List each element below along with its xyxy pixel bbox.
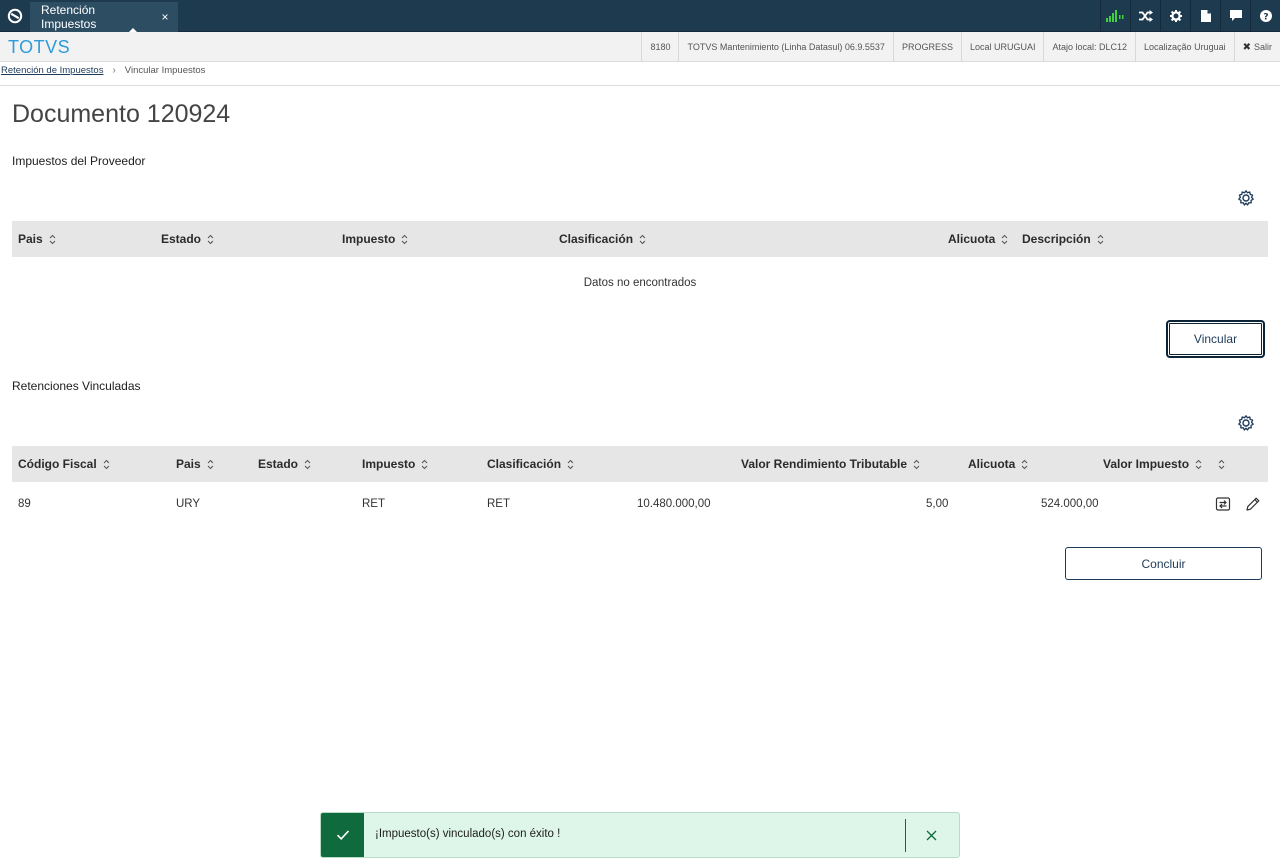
breadcrumb-link-retencion[interactable]: Retención de Impuestos xyxy=(1,65,103,76)
sort-icon xyxy=(207,234,214,244)
column-label: Pais xyxy=(18,232,43,246)
top-bar: Retención Impuestos × ? xyxy=(0,0,1280,33)
column-header-pais[interactable]: Pais xyxy=(176,446,214,482)
info-item-product: TOTVS Mantenimiento (Linha Datasul) 06.9… xyxy=(678,32,892,62)
exit-icon: ✖ xyxy=(1242,41,1251,53)
column-header-estado[interactable]: Estado xyxy=(258,446,311,482)
column-label: Clasificación xyxy=(559,232,634,246)
table-header-proveedor: Pais Estado Impuesto Clasificación Alicu… xyxy=(12,221,1268,257)
sort-icon xyxy=(1218,459,1225,469)
cell-impuesto: RET xyxy=(362,498,385,510)
cell-codigo-fiscal: 89 xyxy=(18,498,31,510)
info-bar: TOTVS 8180 TOTVS Mantenimiento (Linha Da… xyxy=(0,32,1280,62)
brand-logo: TOTVS xyxy=(8,37,71,57)
column-label: Descripción xyxy=(1022,232,1091,246)
document-icon[interactable] xyxy=(1190,0,1220,32)
sort-icon xyxy=(421,459,428,469)
column-label: Impuesto xyxy=(362,457,416,471)
sort-icon xyxy=(567,459,574,469)
column-label: Estado xyxy=(258,457,299,471)
sort-icon xyxy=(49,234,56,244)
totvs-logo-icon[interactable] xyxy=(0,0,30,32)
column-label: Valor Rendimiento Tributable xyxy=(741,457,908,471)
sort-icon xyxy=(103,459,110,469)
swap-icon[interactable] xyxy=(1215,496,1231,512)
info-item-database: PROGRESS xyxy=(892,32,961,62)
column-header-clasificacion[interactable]: Clasificación xyxy=(559,221,646,257)
signal-icon[interactable] xyxy=(1100,0,1130,32)
column-header-estado[interactable]: Estado xyxy=(161,221,214,257)
top-actions: ? xyxy=(1100,0,1280,32)
column-header-alicuota[interactable]: Alicuota xyxy=(968,446,1028,482)
sort-icon xyxy=(1001,234,1008,244)
breadcrumb-current: Vincular Impuestos xyxy=(124,65,206,76)
column-header-impuesto[interactable]: Impuesto xyxy=(362,446,428,482)
sort-icon xyxy=(304,459,311,469)
tab-label: Retención Impuestos xyxy=(41,3,97,31)
close-icon[interactable] xyxy=(921,825,941,845)
vincular-button[interactable]: Vincular xyxy=(1166,320,1265,358)
column-header-clasificacion[interactable]: Clasificación xyxy=(487,446,574,482)
check-icon xyxy=(321,813,364,857)
column-header-descripcion[interactable]: Descripción xyxy=(1022,221,1104,257)
column-header-alicuota[interactable]: Alicuota xyxy=(948,221,1008,257)
sort-icon xyxy=(1195,459,1202,469)
table-settings-gear-icon[interactable] xyxy=(1237,189,1255,207)
column-label: Estado xyxy=(161,232,202,246)
cell-valor-impuesto: 524.000,00 xyxy=(1041,498,1099,510)
table-header-retenciones: Código Fiscal Pais Estado Impuesto Clasi… xyxy=(12,446,1268,482)
info-item-code: 8180 xyxy=(641,32,678,62)
cell-alicuota: 5,00 xyxy=(926,498,949,510)
column-label: Impuesto xyxy=(342,232,396,246)
exit-button[interactable]: ✖ Salir xyxy=(1233,32,1280,62)
column-label: Valor Impuesto xyxy=(1103,457,1190,471)
page-title: Documento 120924 xyxy=(12,100,231,128)
concluir-button[interactable]: Concluir xyxy=(1065,547,1262,580)
edit-pencil-icon[interactable] xyxy=(1245,496,1261,512)
chat-icon[interactable] xyxy=(1220,0,1250,32)
sort-icon xyxy=(639,234,646,244)
cell-clasificacion: RET xyxy=(487,498,510,510)
sort-icon xyxy=(401,234,408,244)
column-label: Pais xyxy=(176,457,201,471)
cell-valor-rendimiento: 10.480.000,00 xyxy=(637,498,711,510)
section-title-proveedor: Impuestos del Proveedor xyxy=(12,154,146,168)
column-header-actions[interactable] xyxy=(1218,446,1225,482)
toast-divider xyxy=(905,819,906,852)
exit-label: Salir xyxy=(1253,42,1272,52)
column-header-pais[interactable]: Pais xyxy=(18,221,56,257)
tab-retencion-impuestos[interactable]: Retención Impuestos × xyxy=(30,2,178,33)
column-header-impuesto[interactable]: Impuesto xyxy=(342,221,408,257)
svg-text:?: ? xyxy=(1263,12,1268,22)
sort-icon xyxy=(1097,234,1104,244)
sort-icon xyxy=(1021,459,1028,469)
table-settings-gear-icon[interactable] xyxy=(1237,414,1255,432)
shuffle-icon[interactable] xyxy=(1130,0,1160,32)
column-header-codigo-fiscal[interactable]: Código Fiscal xyxy=(18,446,110,482)
info-item-localization: Localização Uruguai xyxy=(1135,32,1234,62)
help-icon[interactable]: ? xyxy=(1250,0,1280,32)
info-item-shortcut: Atajo local: DLC12 xyxy=(1043,32,1135,62)
breadcrumb: Retención de Impuestos › Vincular Impues… xyxy=(0,62,1280,86)
success-toast: ¡Impuesto(s) vinculado(s) con éxito ! xyxy=(320,812,960,858)
info-item-local: Local URUGUAI xyxy=(960,32,1044,62)
sort-icon xyxy=(913,459,920,469)
sort-icon xyxy=(207,459,214,469)
chevron-right-icon: › xyxy=(112,65,116,76)
column-label: Código Fiscal xyxy=(18,457,97,471)
column-header-valor-impuesto[interactable]: Valor Impuesto xyxy=(1103,446,1202,482)
column-label: Alicuota xyxy=(968,457,1016,471)
toast-message: ¡Impuesto(s) vinculado(s) con éxito ! xyxy=(375,828,561,840)
cell-pais: URY xyxy=(176,498,201,510)
tab-close-icon[interactable]: × xyxy=(152,10,178,24)
column-label: Clasificación xyxy=(487,457,562,471)
section-title-retenciones: Retenciones Vinculadas xyxy=(12,379,141,393)
environment-info: 8180 TOTVS Mantenimiento (Linha Datasul)… xyxy=(641,32,1280,62)
column-header-valor-rendimiento[interactable]: Valor Rendimiento Tributable xyxy=(741,446,920,482)
gear-icon[interactable] xyxy=(1160,0,1190,32)
column-label: Alicuota xyxy=(948,232,996,246)
empty-table-message: Datos no encontrados xyxy=(583,277,697,289)
